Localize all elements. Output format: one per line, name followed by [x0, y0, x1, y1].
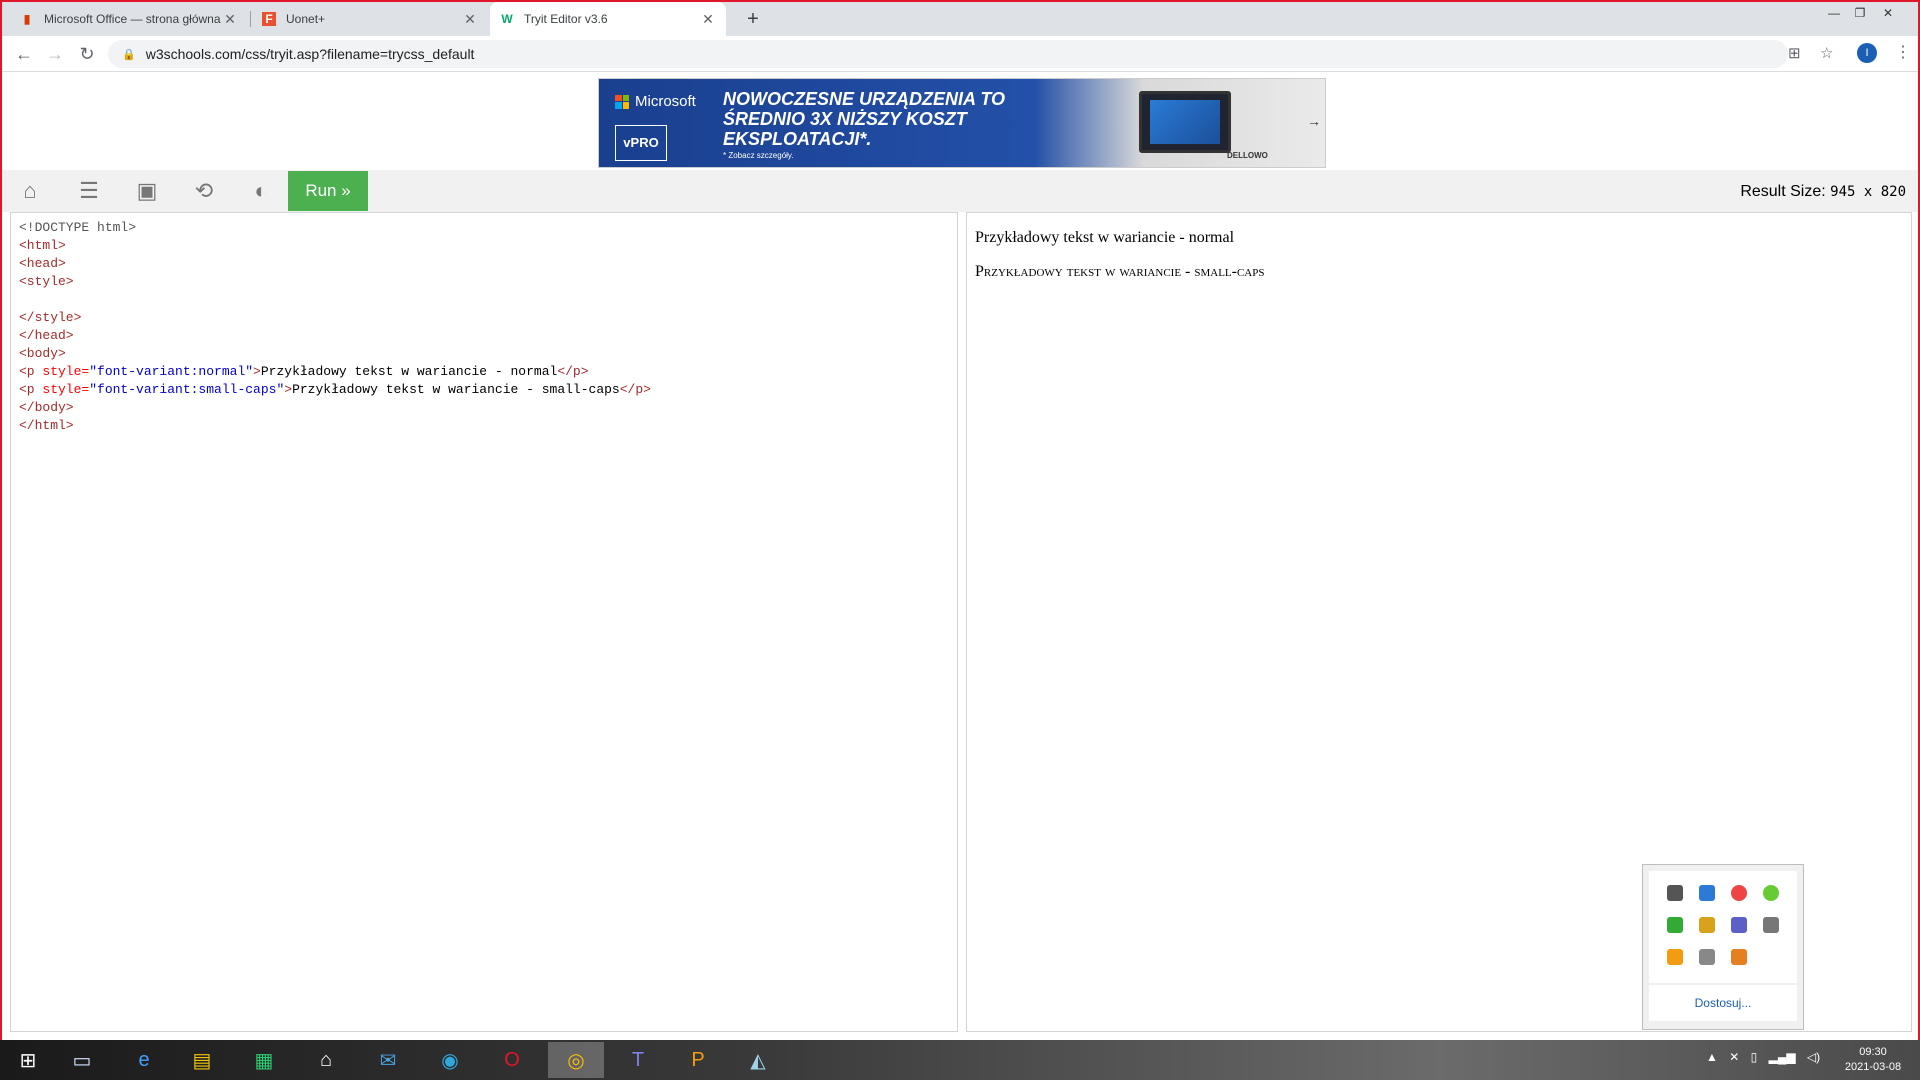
- tray-overflow-popup: Dostosuj...: [1642, 864, 1804, 1030]
- close-window-button[interactable]: ✕: [1874, 4, 1902, 22]
- sponsor-logo: DELLOWO: [1227, 151, 1268, 160]
- battery-icon[interactable]: ▯: [1751, 1050, 1758, 1064]
- tray-icon-grid: [1649, 871, 1797, 983]
- code-line: <!DOCTYPE html>: [19, 220, 137, 235]
- address-bar[interactable]: 🔒 w3schools.com/css/tryit.asp?filename=t…: [108, 40, 1788, 68]
- signal-icon[interactable]: ▂▄▆: [1769, 1050, 1796, 1064]
- ad-arrow-icon[interactable]: →: [1307, 113, 1321, 129]
- profile-avatar[interactable]: I: [1857, 43, 1877, 63]
- tray-device-icon[interactable]: [1763, 917, 1779, 933]
- tray-network-icon[interactable]: [1699, 885, 1715, 901]
- code-line: <body>: [19, 346, 66, 361]
- home-app-icon[interactable]: ⌂: [298, 1042, 354, 1078]
- ad-headline: NOWOCZESNE URZĄDZENIA TO ŚREDNIO 3X NIŻS…: [723, 89, 1005, 149]
- ad-footnote: * Zobacz szczegóły.: [723, 151, 794, 160]
- volume-icon[interactable]: ◁): [1807, 1050, 1820, 1064]
- file-explorer-icon[interactable]: ▤: [174, 1042, 230, 1078]
- code-line: <html>: [19, 238, 66, 253]
- close-icon[interactable]: ✕: [222, 11, 238, 28]
- run-button[interactable]: Run »: [288, 171, 368, 211]
- laptop-image: [1139, 91, 1231, 153]
- tray-folder-icon[interactable]: [1667, 949, 1683, 965]
- code-line: </style>: [19, 310, 82, 325]
- tab-tryit-editor[interactable]: W Tryit Editor v3.6 ✕: [490, 2, 726, 36]
- code-line: <p style="font-variant:small-caps">Przyk…: [19, 382, 651, 397]
- tray-archive-icon[interactable]: [1731, 949, 1747, 965]
- result-paragraph-small-caps: Przykładowy tekst w wariancie - small-ca…: [975, 263, 1265, 280]
- chrome-icon[interactable]: ◎: [548, 1042, 604, 1078]
- w3schools-icon: W: [501, 12, 513, 26]
- system-tray: ▲ ✕ ▯ ▂▄▆ ◁): [1706, 1050, 1820, 1064]
- menu-icon[interactable]: ☰: [75, 178, 103, 204]
- new-tab-button[interactable]: +: [740, 6, 766, 32]
- code-line: </html>: [19, 418, 74, 433]
- code-line: <style>: [19, 274, 74, 289]
- store-icon[interactable]: ▦: [236, 1042, 292, 1078]
- tray-security-icon[interactable]: [1667, 917, 1683, 933]
- code-line: <p style="font-variant:normal">Przykłado…: [19, 364, 589, 379]
- rotate-icon[interactable]: ⟲: [190, 178, 218, 204]
- edge-icon[interactable]: ◉: [422, 1042, 478, 1078]
- close-icon[interactable]: ✕: [462, 11, 478, 28]
- taskbar: ⊞ ▭ e ▤ ▦ ⌂ ✉ ◉ O ◎ T P ◭ ▲ ✕ ▯ ▂▄▆ ◁) 0…: [0, 1040, 1920, 1080]
- customize-link[interactable]: Dostosuj...: [1649, 985, 1797, 1021]
- start-button[interactable]: ⊞: [0, 1042, 56, 1078]
- office-icon: ▮: [23, 12, 31, 26]
- tray-monitor-icon[interactable]: [1667, 885, 1683, 901]
- address-toolbar: ← → ↻ 🔒 w3schools.com/css/tryit.asp?file…: [2, 36, 1918, 72]
- restore-button[interactable]: ❐: [1846, 4, 1874, 22]
- code-line: </head>: [19, 328, 74, 343]
- tray-printer-icon[interactable]: [1699, 949, 1715, 965]
- result-paragraph-normal: Przykładowy tekst w wariancie - normal: [975, 229, 1235, 246]
- code-line: <head>: [19, 256, 66, 271]
- eraser-app-icon[interactable]: ◭: [730, 1042, 786, 1078]
- tryit-toolbar: ⌂ ☰ ▣ ⟲ ◐ Run » Result Size: 945 x 820: [2, 170, 1918, 212]
- result-size-indicator: Result Size: 945 x 820: [1740, 183, 1906, 200]
- theme-toggle-icon[interactable]: ◐: [247, 178, 275, 204]
- save-icon[interactable]: ▣: [133, 178, 161, 204]
- show-hidden-icons-icon[interactable]: ▲: [1706, 1050, 1718, 1064]
- teams-icon[interactable]: T: [610, 1042, 666, 1078]
- opera-icon[interactable]: O: [484, 1042, 540, 1078]
- back-button[interactable]: ←: [12, 42, 36, 66]
- tab-strip: ▮ Microsoft Office — strona główna ✕ F U…: [2, 2, 1918, 36]
- forward-button[interactable]: →: [43, 42, 67, 66]
- lenovo-icon[interactable]: ▭: [54, 1042, 110, 1078]
- mail-icon[interactable]: ✉: [360, 1042, 416, 1078]
- code-editor[interactable]: <!DOCTYPE html> <html> <head> <style> </…: [10, 212, 958, 1032]
- browser-menu-icon[interactable]: ⋮: [1895, 42, 1911, 62]
- url-text: w3schools.com/css/tryit.asp?filename=try…: [145, 46, 475, 62]
- taskbar-clock[interactable]: 09:30 2021-03-08: [1838, 1045, 1908, 1075]
- translate-icon[interactable]: ⊞: [1788, 44, 1801, 62]
- minimize-button[interactable]: —: [1820, 4, 1848, 22]
- advertisement-banner[interactable]: Microsoft vPRO NOWOCZESNE URZĄDZENIA TO …: [598, 78, 1326, 168]
- tray-teams-icon[interactable]: [1731, 917, 1747, 933]
- tray-update-icon[interactable]: [1763, 885, 1779, 901]
- pdf-app-icon[interactable]: P: [670, 1042, 726, 1078]
- tab-uonet[interactable]: F Uonet+ ✕: [252, 2, 488, 36]
- bookmark-star-icon[interactable]: ☆: [1820, 44, 1833, 62]
- lock-icon: 🔒: [122, 48, 136, 61]
- code-line: </body>: [19, 400, 74, 415]
- close-icon[interactable]: ✕: [700, 11, 716, 28]
- browser-window: ▮ Microsoft Office — strona główna ✕ F U…: [0, 0, 1920, 1040]
- tray-package-icon[interactable]: [1699, 917, 1715, 933]
- tab-microsoft-office[interactable]: ▮ Microsoft Office — strona główna ✕: [10, 2, 248, 36]
- internet-explorer-icon[interactable]: e: [116, 1042, 172, 1078]
- microsoft-logo: Microsoft: [615, 93, 696, 110]
- network-error-icon[interactable]: ✕: [1729, 1050, 1739, 1064]
- reload-button[interactable]: ↻: [75, 42, 99, 66]
- tray-app-icon[interactable]: [1731, 885, 1747, 901]
- uonet-icon: F: [262, 12, 276, 26]
- intel-vpro-badge: vPRO: [615, 125, 667, 161]
- home-icon[interactable]: ⌂: [16, 178, 44, 204]
